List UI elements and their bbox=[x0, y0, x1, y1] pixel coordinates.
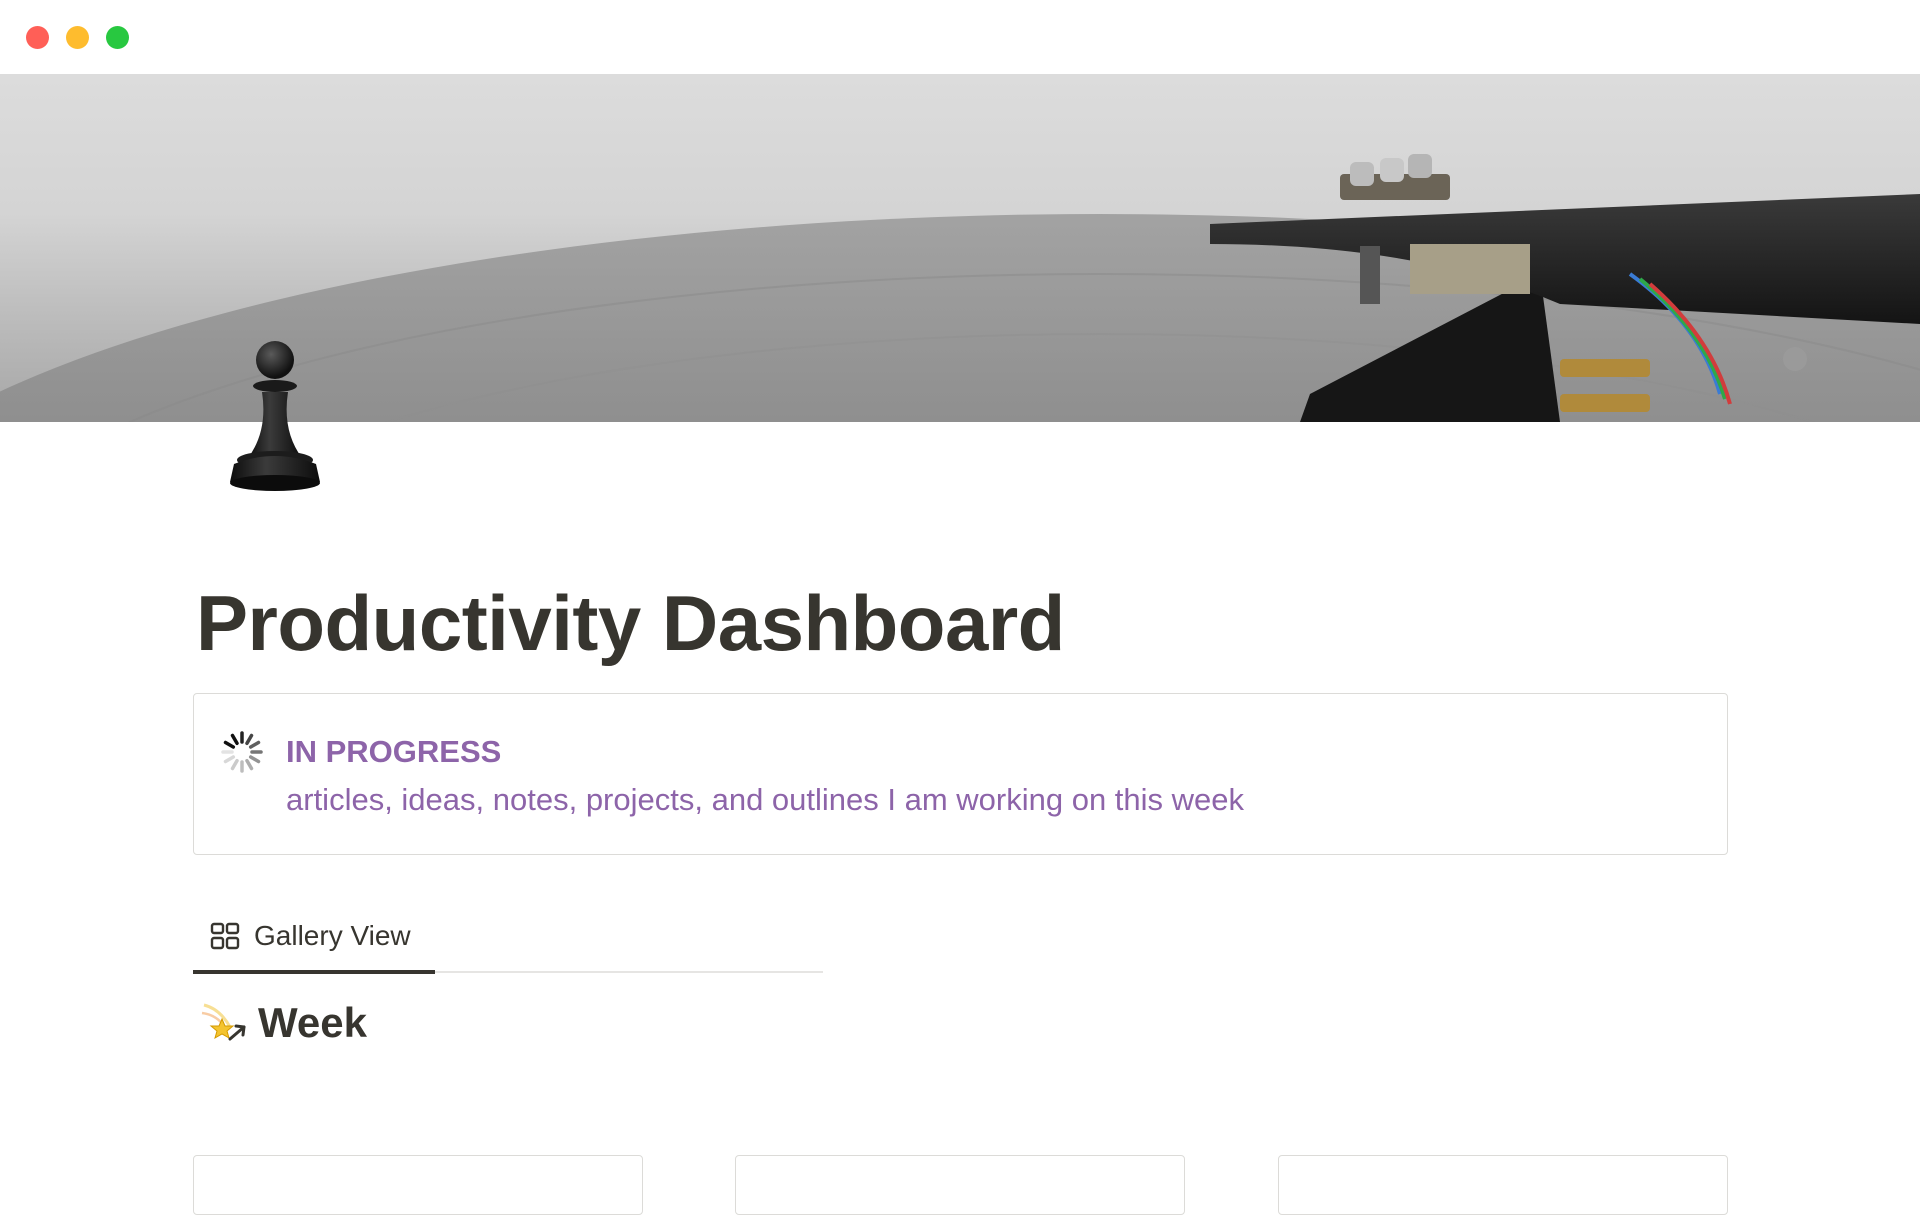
gallery-card[interactable] bbox=[193, 1155, 643, 1215]
minimize-window-button[interactable] bbox=[66, 26, 89, 49]
loading-spinner-icon bbox=[220, 730, 264, 774]
section-heading-text: Week bbox=[258, 999, 367, 1046]
tab-label: Gallery View bbox=[254, 920, 411, 951]
window-titlebar bbox=[0, 0, 1920, 74]
in-progress-callout[interactable]: IN PROGRESS articles, ideas, notes, proj… bbox=[193, 693, 1728, 855]
callout-title: IN PROGRESS bbox=[286, 734, 502, 769]
close-window-button[interactable] bbox=[26, 26, 49, 49]
gallery-card[interactable] bbox=[735, 1155, 1185, 1215]
chess-pawn-icon[interactable] bbox=[222, 336, 328, 496]
shooting-star-icon bbox=[200, 997, 250, 1047]
callout-text: articles, ideas, notes, projects, and ou… bbox=[286, 782, 1245, 817]
view-tabs: Gallery View bbox=[193, 905, 823, 975]
maximize-window-button[interactable] bbox=[106, 26, 129, 49]
gallery-grid-icon bbox=[210, 921, 240, 951]
active-tab-indicator bbox=[193, 970, 435, 974]
gallery-card[interactable] bbox=[1278, 1155, 1728, 1215]
page-title[interactable]: Productivity Dashboard bbox=[196, 578, 1065, 669]
tab-gallery-view[interactable]: Gallery View bbox=[193, 905, 435, 974]
